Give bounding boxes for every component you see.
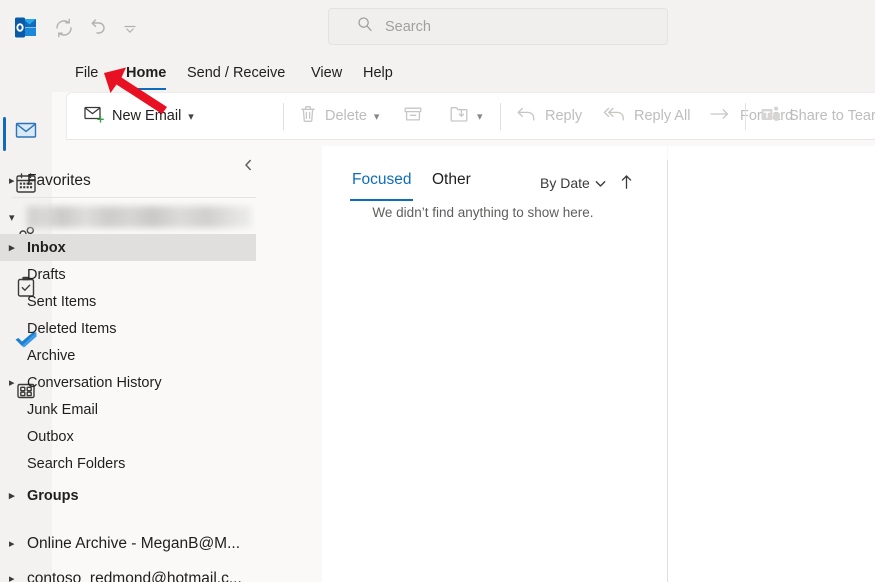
chevron-right-icon: ▸ <box>9 175 15 187</box>
share-to-teams-label: Share to Tear <box>789 108 875 124</box>
account-online-archive[interactable]: ▸ Online Archive - MeganB@M... <box>0 530 256 557</box>
folder-item-sent-items[interactable]: Sent Items <box>0 288 256 315</box>
undo-icon[interactable] <box>85 16 109 40</box>
forward-icon <box>707 103 733 130</box>
folder-item-label: Outbox <box>27 428 74 445</box>
ribbon-separator <box>500 103 501 130</box>
delete-label: Delete <box>325 108 367 124</box>
tab-other-label: Other <box>432 171 471 188</box>
folder-item-label: Sent Items <box>27 293 97 310</box>
ribbon-bottom-border <box>66 139 875 140</box>
rail-item-mail[interactable] <box>0 106 52 158</box>
tab-focused-label: Focused <box>352 171 412 188</box>
folder-pane-divider <box>12 197 256 198</box>
tab-send-receive[interactable]: Send / Receive <box>187 54 285 92</box>
folder-item-junk-email[interactable]: Junk Email <box>0 396 256 423</box>
sort-by-label: By Date <box>540 175 590 191</box>
new-email-button[interactable]: New Email ▾ <box>83 93 194 139</box>
ribbon: New Email ▾ Delete ▾ ▾ Reply Reply All S… <box>66 92 875 140</box>
new-email-label: New Email <box>112 108 182 124</box>
trash-icon <box>298 104 318 129</box>
sort-direction-button[interactable] <box>617 173 635 195</box>
folder-item-label: Inbox <box>27 239 66 256</box>
chevron-down-icon[interactable]: ▾ <box>374 110 380 123</box>
pane-divider[interactable] <box>667 160 668 582</box>
folder-item-inbox[interactable]: ▸ Inbox <box>0 234 256 261</box>
chevron-right-icon: ▸ <box>9 490 15 502</box>
share-to-teams-button[interactable]: Share to Tear <box>760 93 875 139</box>
reply-label: Reply <box>545 108 583 124</box>
ribbon-separator <box>745 103 746 130</box>
chevron-right-icon: ▸ <box>9 242 15 254</box>
chevron-down-icon: ▾ <box>9 211 15 224</box>
reading-pane <box>668 146 875 582</box>
teams-icon <box>760 104 782 129</box>
tab-file[interactable]: File <box>75 54 98 92</box>
archive-icon <box>402 103 424 130</box>
tab-send-receive-label: Send / Receive <box>187 65 286 81</box>
folder-item-search-folders[interactable]: Search Folders <box>0 450 256 477</box>
folder-item-label: Search Folders <box>27 455 126 472</box>
folder-item-outbox[interactable]: Outbox <box>0 423 256 450</box>
account-contoso-redmond[interactable]: ▸ contoso_redmond@hotmail.c... <box>0 565 256 582</box>
ribbon-separator <box>283 103 284 130</box>
move-to-folder-icon <box>448 103 470 130</box>
move-to-folder-button[interactable]: ▾ <box>448 93 483 139</box>
outlook-logo-icon <box>15 17 37 38</box>
title-bar: Search <box>0 0 875 54</box>
folder-item-label: Conversation History <box>27 374 162 391</box>
search-placeholder: Search <box>385 18 431 35</box>
sort-by-button[interactable]: By Date <box>540 175 606 191</box>
tab-other[interactable]: Other <box>432 171 471 197</box>
search-input[interactable]: Search <box>328 8 668 45</box>
folder-item-label: Groups <box>27 487 79 504</box>
folder-favorites-label: Favorites <box>27 171 91 189</box>
folder-item-groups[interactable]: ▸ Groups <box>0 482 256 509</box>
reply-all-label: Reply All <box>634 108 691 124</box>
account-label: contoso_redmond@hotmail.c... <box>27 569 242 582</box>
ribbon-tab-strip: File Home Send / Receive View Help <box>52 54 875 92</box>
folder-item-label: Junk Email <box>27 401 98 418</box>
chevron-down-icon[interactable]: ▾ <box>188 110 194 123</box>
tab-help-label: Help <box>363 65 393 81</box>
empty-list-message: We didn’t find anything to show here. <box>372 205 594 220</box>
chevron-right-icon: ▸ <box>9 538 15 550</box>
sync-icon[interactable] <box>52 16 76 40</box>
folder-item-conversation-history[interactable]: ▸ Conversation History <box>0 369 256 396</box>
account-label: Online Archive - MeganB@M... <box>27 534 241 552</box>
delete-button[interactable]: Delete ▾ <box>298 93 379 139</box>
folder-item-label: Deleted Items <box>27 320 117 337</box>
account-name-redacted <box>27 206 252 228</box>
reply-button[interactable]: Reply <box>514 93 582 139</box>
tab-home[interactable]: Home <box>126 54 167 92</box>
tab-view[interactable]: View <box>311 54 342 92</box>
chevron-right-icon: ▸ <box>9 573 15 582</box>
chevron-down-icon <box>595 175 606 191</box>
archive-button[interactable] <box>402 93 424 139</box>
new-email-icon <box>83 103 105 130</box>
outlook-window: Search File Home Send / Receive View Hel… <box>0 0 875 582</box>
tab-view-label: View <box>311 65 343 81</box>
mail-icon <box>14 118 38 147</box>
folder-favorites[interactable]: ▸ Favorites <box>0 167 256 194</box>
tab-help[interactable]: Help <box>363 54 393 92</box>
tab-focused[interactable]: Focused <box>349 171 414 201</box>
chevron-down-icon[interactable]: ▾ <box>477 110 483 123</box>
reply-all-icon <box>601 103 627 130</box>
chevron-right-icon: ▸ <box>9 377 15 389</box>
arrow-up-icon <box>620 174 633 195</box>
folder-item-drafts[interactable]: Drafts <box>0 261 256 288</box>
chevron-down-icon[interactable] <box>118 16 142 40</box>
folder-item-label: Archive <box>27 347 76 364</box>
tab-file-label: File <box>75 65 99 81</box>
search-icon <box>357 16 373 37</box>
folder-item-deleted-items[interactable]: Deleted Items <box>0 315 256 342</box>
folder-item-label: Drafts <box>27 266 66 283</box>
reply-all-button[interactable]: Reply All <box>601 93 690 139</box>
tab-home-label: Home <box>126 65 167 81</box>
reply-icon <box>514 103 538 130</box>
folder-item-archive[interactable]: Archive <box>0 342 256 369</box>
